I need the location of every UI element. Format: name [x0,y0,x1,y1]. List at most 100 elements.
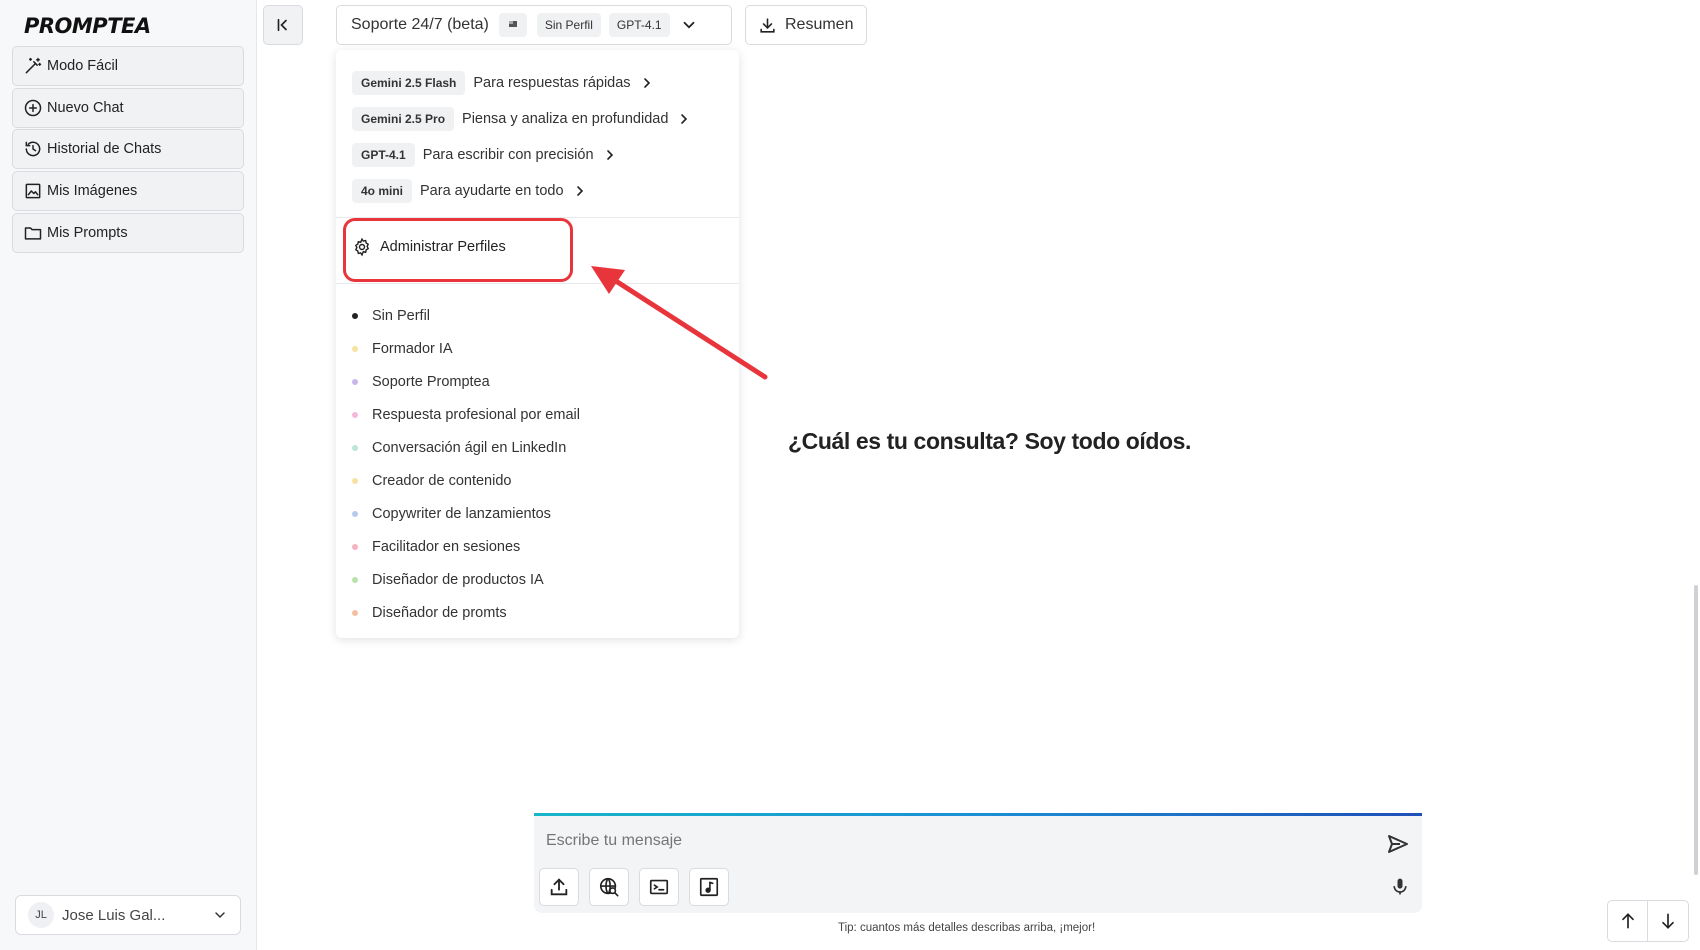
music-button[interactable] [689,868,729,906]
model-option-gemini-pro[interactable]: Gemini 2.5 Pro Piensa y analiza en profu… [352,106,692,132]
music-icon [699,877,719,897]
profile-item[interactable]: Diseñador de promts [352,602,507,624]
sidebar-item-label: Mis Imágenes [47,183,138,199]
history-icon [25,141,41,157]
upload-button[interactable] [539,868,579,906]
model-option-4o-mini[interactable]: 4o mini Para ayudarte en todo [352,178,588,204]
chevron-right-icon [606,150,613,160]
chevron-right-icon [643,78,650,88]
model-desc: Para escribir con precisión [422,147,594,163]
scroll-up-button[interactable] [1608,901,1649,941]
globe-search-icon [599,877,619,897]
terminal-icon [649,879,669,895]
flag-icon [508,21,517,27]
profile-label: Soporte Promptea [372,374,490,390]
profile-dot [352,346,358,352]
arrow-down-icon [1662,913,1674,929]
profile-label: Formador IA [372,341,453,357]
chevron-right-icon [681,114,688,124]
profile-dot [352,445,358,451]
modo-facil-button[interactable]: Modo Fácil [12,46,244,86]
profile-dot [352,379,358,385]
magic-wand-icon [25,57,42,74]
nuevo-chat-button[interactable]: Nuevo Chat [12,88,244,128]
arrow-up-icon [1621,913,1634,929]
profile-item[interactable]: Respuesta profesional por email [352,404,580,426]
model-name: GPT-4.1 [352,143,415,167]
sidebar: PROMPTEA Modo Fácil Nuevo Chat Historial… [0,0,257,950]
annotation-arrow-icon [591,266,768,380]
profile-dot [352,610,358,616]
profile-dot [352,544,358,550]
message-input[interactable] [546,832,1346,850]
assistant-title: Soporte 24/7 (beta) [351,16,489,33]
resumen-label: Resumen [785,16,854,33]
profile-label: Diseñador de promts [372,605,507,621]
folder-icon [24,227,42,240]
profile-label: Creador de contenido [372,473,512,489]
assistant-selector[interactable]: Soporte 24/7 (beta) Sin Perfil GPT-4.1 [336,5,732,45]
sidebar-item-label: Modo Fácil [47,58,118,74]
upload-icon [550,878,568,896]
historial-chats-button[interactable]: Historial de Chats [12,129,244,169]
image-icon [25,183,41,199]
flag-chip [498,13,527,37]
send-icon[interactable] [1386,832,1410,856]
chevron-down-icon [215,912,225,919]
profile-item[interactable]: Conversación ágil en LinkedIn [352,437,566,459]
profile-dot [352,577,358,583]
profile-dot [352,412,358,418]
model-desc: Para ayudarte en todo [420,183,564,199]
avatar: JL [28,902,54,928]
profile-dot [352,511,358,517]
collapse-left-icon [277,18,287,32]
mis-prompts-button[interactable]: Mis Prompts [12,213,244,253]
profile-item[interactable]: Creador de contenido [352,470,511,492]
model-name: Gemini 2.5 Flash [352,71,466,95]
sidebar-item-label: Mis Prompts [47,225,128,241]
chevron-down-icon [683,21,694,29]
model-desc: Para respuestas rápidas [473,75,631,91]
chevron-right-icon [576,186,583,196]
profile-item[interactable]: Diseñador de productos IA [352,569,544,591]
profile-item[interactable]: Formador IA [352,338,453,360]
profile-dot [352,478,358,484]
model-chip: GPT-4.1 [608,13,670,37]
promptea-logo[interactable]: PROMPTEA [24,14,151,38]
scrollbar[interactable] [1694,585,1698,875]
profile-item[interactable]: Sin Perfil [352,305,430,327]
profile-label: Diseñador de productos IA [372,572,544,588]
mis-imagenes-button[interactable]: Mis Imágenes [12,171,244,211]
sidebar-item-label: Historial de Chats [47,141,162,157]
profile-label: Copywriter de lanzamientos [372,506,551,522]
scroll-down-button[interactable] [1648,901,1688,941]
model-option-gpt41[interactable]: GPT-4.1 Para escribir con precisión [352,142,618,168]
download-icon [760,17,775,33]
profile-dot [352,313,358,319]
model-name: 4o mini [352,179,413,203]
profile-label: Facilitador en sesiones [372,539,521,555]
resumen-button[interactable]: Resumen [745,5,867,45]
profile-label: Sin Perfil [372,308,431,324]
greeting-text: ¿Cuál es tu consulta? Soy todo oídos. [788,428,1192,454]
profile-label: Respuesta profesional por email [372,407,580,423]
collapse-sidebar-button[interactable] [263,5,303,45]
profile-chip: Sin Perfil [536,13,601,37]
scroll-controls [1607,900,1689,942]
user-name: Jose Luis Gal... [62,906,166,924]
profile-item[interactable]: Facilitador en sesiones [352,536,520,558]
profile-label: Conversación ágil en LinkedIn [372,440,567,456]
model-desc: Piensa y analiza en profundidad [462,111,669,127]
profile-item[interactable]: Copywriter de lanzamientos [352,503,551,525]
sidebar-item-label: Nuevo Chat [47,100,124,116]
profile-item[interactable]: Soporte Promptea [352,371,490,393]
model-name: Gemini 2.5 Pro [352,107,455,131]
plus-circle-icon [24,99,42,117]
user-menu[interactable]: JL Jose Luis Gal... [15,895,241,935]
web-search-button[interactable] [589,868,629,906]
composer-tip: Tip: cuantos más detalles describas arri… [838,922,1096,934]
terminal-button[interactable] [639,868,679,906]
microphone-icon[interactable] [1390,876,1410,898]
message-composer [534,813,1422,913]
model-option-gemini-flash[interactable]: Gemini 2.5 Flash Para respuestas rápidas [352,70,655,96]
